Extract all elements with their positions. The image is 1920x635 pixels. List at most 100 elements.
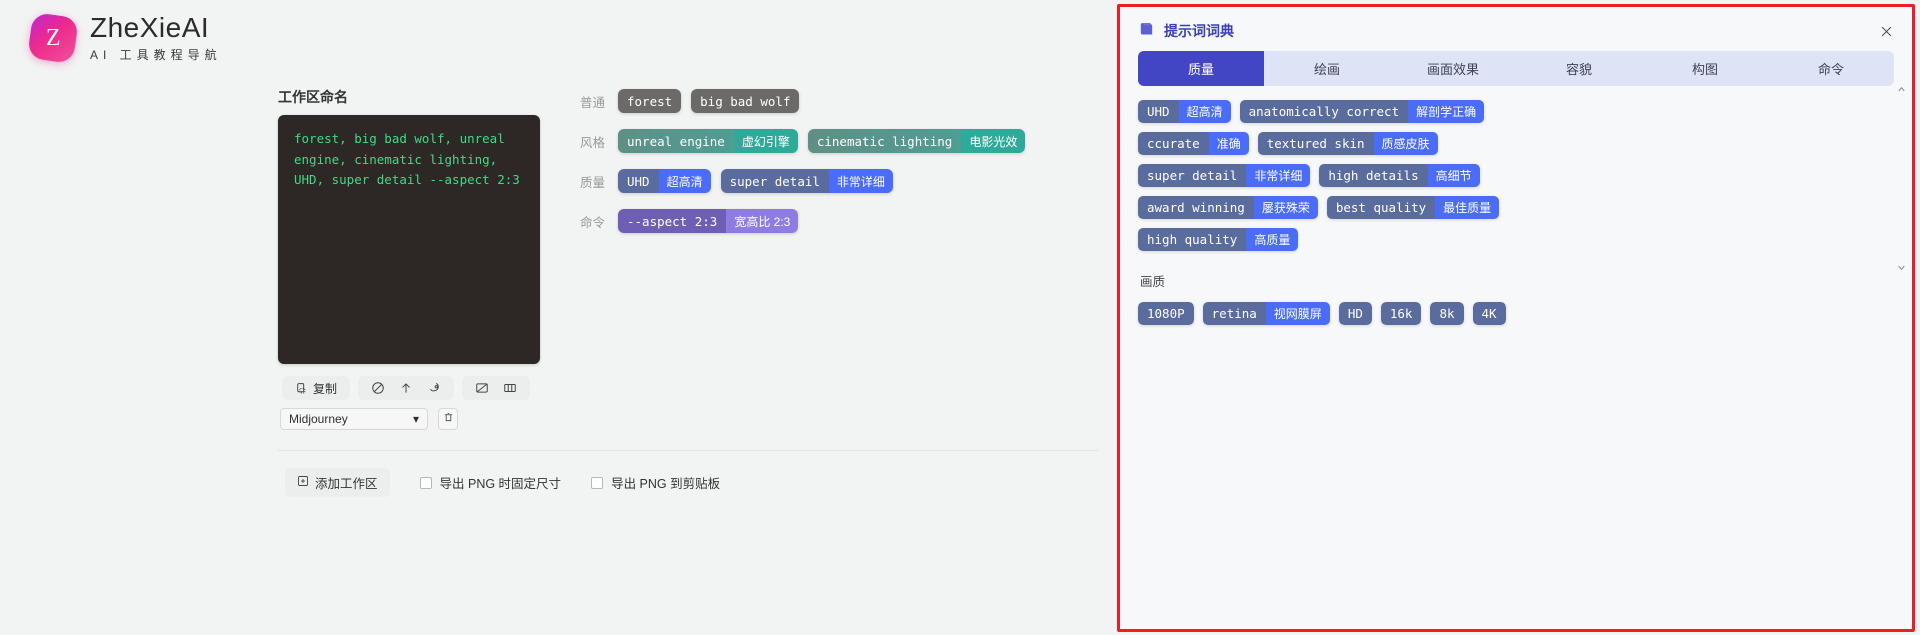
panel-tab[interactable]: 命令 xyxy=(1768,51,1894,86)
dictionary-chip-cn: 超高清 xyxy=(1178,100,1231,123)
dictionary-chip-cn: 最佳质量 xyxy=(1435,196,1500,219)
dictionary-chip-cn: 非常详细 xyxy=(1246,164,1311,187)
prompt-tag[interactable]: super detail 非常详细 xyxy=(720,169,893,193)
dictionary-chip-en: super detail xyxy=(1138,164,1247,187)
tag-row-chips: forest big bad wolf xyxy=(618,89,800,113)
book-icon xyxy=(1138,21,1155,41)
chevron-up-icon[interactable] xyxy=(1896,84,1907,98)
prompt-tag-cn: 宽高比 2:3 xyxy=(726,209,799,233)
panel-body: UHD 超高清 anatomically correct 解剖学正确 ccurate 准确… xyxy=(1120,86,1912,506)
panel-tab[interactable]: 画面效果 xyxy=(1390,51,1516,86)
checkbox-fixed-size-label: 导出 PNG 时固定尺寸 xyxy=(439,477,562,491)
clipboard-icon xyxy=(295,382,308,395)
dictionary-chip-line: ccurate 准确 textured skin 质感皮肤 xyxy=(1138,132,1890,155)
image-group xyxy=(462,376,531,400)
checkbox-clipboard[interactable]: 导出 PNG 到剪贴板 xyxy=(591,473,720,492)
dictionary-chip[interactable]: 8k xyxy=(1430,302,1464,325)
image-frame-icon xyxy=(503,381,517,395)
copy-button[interactable]: 复制 xyxy=(290,378,342,398)
prompt-tag-cn: 超高清 xyxy=(658,169,711,193)
dictionary-chip-en: retina xyxy=(1202,302,1266,325)
prompt-tag-en: forest xyxy=(618,89,682,113)
brand-text: ZheXieAI AI 工具教程导航 xyxy=(90,12,222,63)
panel-tab[interactable]: 构图 xyxy=(1642,51,1768,86)
tag-row: 普通 forest big bad wolf xyxy=(580,88,1025,114)
brush-button[interactable] xyxy=(422,378,446,398)
dictionary-chip[interactable]: 16k xyxy=(1380,302,1422,325)
dictionary-chip-en: UHD xyxy=(1138,100,1179,123)
panel-tab[interactable]: 质量 xyxy=(1138,51,1264,86)
image-frame-button[interactable] xyxy=(498,378,522,398)
dictionary-chip[interactable]: ccurate 准确 xyxy=(1138,132,1249,155)
tag-row: 风格 unreal engine 虚幻引擎 cinematic lighting 电影光… xyxy=(580,128,1026,154)
dictionary-chip[interactable]: anatomically correct 解剖学正确 xyxy=(1239,100,1485,123)
dictionary-chip[interactable]: best quality 最佳质量 xyxy=(1326,196,1500,219)
dictionary-chip-cn: 解剖学正确 xyxy=(1408,100,1485,123)
tag-row: 质量 UHD 超高清 super detail 非常详细 xyxy=(580,168,1025,194)
brush-icon xyxy=(427,381,441,395)
bottom-bar: 添加工作区 导出 PNG 时固定尺寸 导出 PNG 到剪贴板 xyxy=(285,468,720,497)
dictionary-chip[interactable]: textured skin 质感皮肤 xyxy=(1257,132,1438,155)
dictionary-chip[interactable]: UHD 超高清 xyxy=(1138,100,1231,123)
dictionary-chip[interactable]: 1080P xyxy=(1138,302,1194,325)
panel-header: 提示词词典 xyxy=(1120,7,1912,51)
dictionary-chip-en: textured skin xyxy=(1257,132,1374,155)
panel-tab[interactable]: 绘画 xyxy=(1264,51,1390,86)
close-icon[interactable] xyxy=(1879,24,1894,39)
tag-row-chips: UHD 超高清 super detail 非常详细 xyxy=(618,169,893,193)
model-row: Midjourney ▾ xyxy=(280,408,458,430)
panel-tab[interactable]: 容貌 xyxy=(1516,51,1642,86)
prompt-tag[interactable]: forest xyxy=(618,89,682,113)
dictionary-chip[interactable]: high quality 高质量 xyxy=(1138,228,1299,251)
panel-title-text: 提示词词典 xyxy=(1164,23,1234,39)
prompt-tag[interactable]: big bad wolf xyxy=(691,89,800,113)
add-workspace-label: 添加工作区 xyxy=(315,477,378,491)
prompt-tag[interactable]: UHD 超高清 xyxy=(618,169,711,193)
dictionary-chip[interactable]: award winning 屡获殊荣 xyxy=(1138,196,1318,219)
dictionary-chip-en: high quality xyxy=(1138,228,1247,251)
dictionary-chip-cn: 高细节 xyxy=(1427,164,1480,187)
prompt-tag-en: unreal engine xyxy=(618,129,734,153)
dictionary-chip[interactable]: high details 高细节 xyxy=(1319,164,1480,187)
prompt-tag[interactable]: cinematic lighting 电影光效 xyxy=(807,129,1026,153)
add-workspace-button[interactable]: 添加工作区 xyxy=(285,468,390,497)
move-up-button[interactable] xyxy=(394,378,418,398)
dictionary-chip[interactable]: super detail 非常详细 xyxy=(1138,164,1311,187)
prompt-tag[interactable]: unreal engine 虚幻引擎 xyxy=(618,129,798,153)
prompt-textarea[interactable]: forest, big bad wolf, unreal engine, cin… xyxy=(278,115,540,364)
tag-row-label: 命令 xyxy=(580,215,606,230)
brand-logo[interactable]: Z ZheXieAI AI 工具教程导航 xyxy=(27,11,222,64)
image-icon xyxy=(475,381,489,395)
checkbox-fixed-size[interactable]: 导出 PNG 时固定尺寸 xyxy=(419,473,562,492)
trash-icon xyxy=(443,410,454,428)
dictionary-chip-en: ccurate xyxy=(1138,132,1209,155)
tag-row-chips: unreal engine 虚幻引擎 cinematic lighting 电影光效 xyxy=(618,129,1026,153)
ban-button[interactable] xyxy=(366,378,390,398)
chevron-down-icon: ▾ xyxy=(412,412,419,426)
checkbox-clipboard-box[interactable] xyxy=(591,476,604,489)
panel-title: 提示词词典 xyxy=(1138,21,1234,41)
delete-workspace-button[interactable] xyxy=(438,408,458,430)
checkbox-fixed-size-box[interactable] xyxy=(419,476,432,489)
tag-rows: 普通 forest big bad wolf 风格 unreal engine 虚幻引擎 c… xyxy=(580,88,1026,234)
workspace-toolbar: 复制 xyxy=(282,376,531,400)
dictionary-chip-line: high quality 高质量 xyxy=(1138,228,1890,251)
logo-badge-icon: Z xyxy=(27,11,79,64)
prompt-tag[interactable]: --aspect 2:3 宽高比 2:3 xyxy=(618,209,799,233)
dictionary-chip[interactable]: retina 视网膜屏 xyxy=(1202,302,1330,325)
image-button[interactable] xyxy=(470,378,494,398)
panel-tabs: 质量 绘画 画面效果 容貌 构图 命令 xyxy=(1138,51,1894,86)
plus-square-icon xyxy=(297,475,309,490)
prompt-tag-en: --aspect 2:3 xyxy=(618,209,727,233)
tag-row-label: 质量 xyxy=(580,175,606,190)
tag-row-chips: --aspect 2:3 宽高比 2:3 xyxy=(618,209,799,233)
model-select[interactable]: Midjourney ▾ xyxy=(280,408,428,430)
model-select-value: Midjourney xyxy=(289,412,348,426)
dictionary-chip[interactable]: 4K xyxy=(1472,302,1506,325)
prompt-tag-en: cinematic lighting xyxy=(807,129,962,153)
panel-chip-rows: UHD 超高清 anatomically correct 解剖学正确 ccurate 准确… xyxy=(1138,100,1890,251)
dictionary-chip-line: super detail 非常详细 high details 高细节 xyxy=(1138,164,1890,187)
dictionary-chip[interactable]: HD xyxy=(1338,302,1372,325)
tag-row-label: 风格 xyxy=(580,135,606,150)
chevron-down-icon[interactable] xyxy=(1896,262,1907,276)
